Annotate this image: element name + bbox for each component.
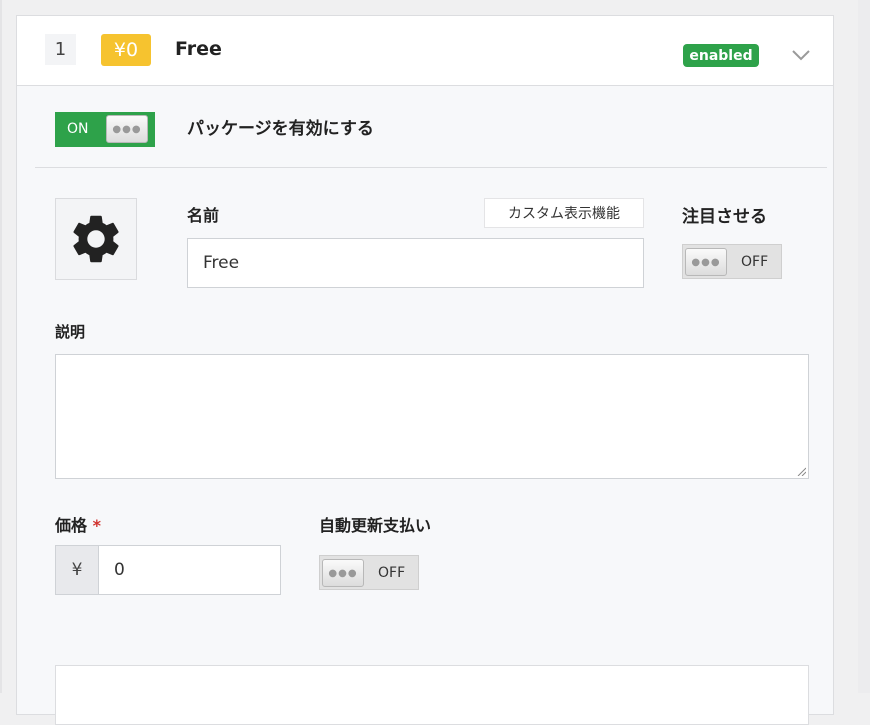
toggle-state-label: OFF — [741, 254, 769, 270]
package-header[interactable]: 1 ¥0 Free enabled — [17, 16, 833, 86]
package-icon-picker[interactable] — [55, 198, 137, 280]
toggle-knob: ●●● — [322, 559, 364, 587]
name-label: 名前 — [187, 206, 220, 225]
status-badge: enabled — [683, 44, 759, 67]
custom-display-button[interactable]: カスタム表示機能 — [484, 198, 644, 228]
name-input[interactable]: Free — [187, 238, 644, 288]
toggle-state-label: OFF — [378, 565, 406, 581]
toggle-knob: ●●● — [106, 115, 148, 143]
chevron-down-icon[interactable] — [790, 44, 812, 66]
resize-handle-icon[interactable] — [796, 466, 806, 476]
package-number: 1 — [45, 34, 76, 65]
toggle-state-label: ON — [67, 121, 89, 137]
enable-package-toggle[interactable]: ON ●●● — [55, 112, 155, 147]
price-badge: ¥0 — [101, 34, 151, 66]
auto-renew-label: 自動更新支払い — [319, 516, 432, 535]
currency-addon: ¥ — [55, 545, 99, 595]
enable-package-label: パッケージを有効にする — [187, 119, 374, 139]
package-body: ON ●●● パッケージを有効にする 名前 カスタム表示機能 Free 注目させ… — [17, 86, 833, 725]
price-input[interactable]: 0 — [98, 545, 281, 595]
package-panel: 1 ¥0 Free enabled ON ●●● パッケージを有効にする 名前 … — [16, 15, 834, 725]
featured-label: 注目させる — [682, 207, 767, 227]
featured-toggle[interactable]: ●●● OFF — [682, 244, 782, 279]
required-mark: * — [92, 516, 101, 535]
gear-icon — [73, 215, 119, 263]
page-edge — [0, 0, 2, 693]
description-label: 説明 — [55, 323, 86, 341]
toggle-knob: ●●● — [685, 248, 727, 276]
package-title: Free — [175, 38, 222, 60]
description-textarea[interactable] — [55, 354, 809, 479]
price-label: 価格 * — [55, 512, 101, 536]
scrollbar-track[interactable] — [858, 0, 870, 693]
price-label-text: 価格 — [55, 516, 88, 535]
next-section-box — [55, 665, 809, 725]
auto-renew-toggle[interactable]: ●●● OFF — [319, 555, 419, 590]
divider — [35, 167, 827, 168]
